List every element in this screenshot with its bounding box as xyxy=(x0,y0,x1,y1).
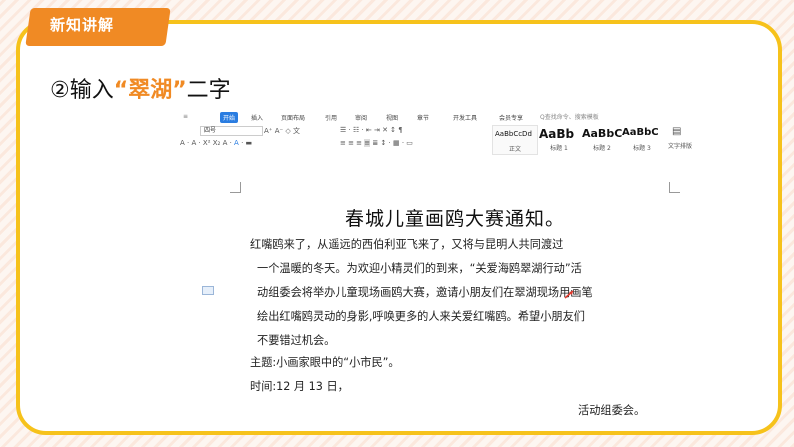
font-format-icons[interactable]: A · A · X² X₂ A · A · ▬ xyxy=(180,139,252,147)
paragraph-handle-icon[interactable] xyxy=(202,286,214,295)
text-layout-icon[interactable]: ▤ xyxy=(672,126,681,137)
align-icons[interactable]: ≡ ≡ ≡ ≡ ≣ ↕ · ▦ · ▭ xyxy=(340,139,413,147)
document-page[interactable]: 春城儿童画鸥大赛通知。 红嘴鸥来了，从遥远的西伯利亚飞来了，又将与昆明人共同渡过… xyxy=(230,182,680,422)
time-line[interactable]: 时间:12 月 13 日， xyxy=(250,378,690,394)
page-corner-mark xyxy=(230,182,241,193)
grow-font-icon[interactable]: A⁺ A⁻ ◇ 文 xyxy=(264,126,300,136)
page-corner-mark xyxy=(669,182,680,193)
tab-insert[interactable]: 插入 xyxy=(248,112,266,123)
section-badge-label: 新知讲解 xyxy=(50,16,115,34)
style-heading-1[interactable]: AaBb 标题 1 xyxy=(537,125,581,153)
theme-line[interactable]: 主题:小画家眼中的“小市民”。 xyxy=(250,354,690,370)
body-line[interactable]: 红嘴鸥来了，从遥远的西伯利亚飞来了，又将与昆明人共同渡过 xyxy=(250,236,690,252)
step-highlight: “翠湖” xyxy=(113,78,187,103)
step-prefix: ②输入 xyxy=(50,78,114,103)
menu-icon[interactable]: ≡ xyxy=(180,112,191,121)
tab-page-layout[interactable]: 页面布局 xyxy=(278,112,308,123)
pointer-arrow-icon xyxy=(564,290,574,299)
style-heading-2[interactable]: AaBbC 标题 2 xyxy=(580,125,624,153)
body-line[interactable]: 动组委会将举办儿童现场画鸥大赛，邀请小朋友们在翠湖现场用画笔 xyxy=(257,284,697,300)
tab-view[interactable]: 视图 xyxy=(383,112,401,123)
ribbon-toolbar: ≡ 开始 插入 页面布局 引用 审阅 视图 章节 开发工具 会员专享 Q查找命令… xyxy=(180,110,715,155)
text-layout-label[interactable]: 文字排版 xyxy=(668,141,692,150)
body-line[interactable]: 不要错过机会。 xyxy=(257,332,697,348)
command-search[interactable]: Q查找命令、搜索模板 xyxy=(540,112,599,121)
tab-references[interactable]: 引用 xyxy=(322,112,340,123)
style-heading-3[interactable]: AaBbC 标题 3 xyxy=(620,125,664,153)
body-line[interactable]: 一个温暖的冬天。为欢迎小精灵们的到来，“关爱海鸥翠湖行动”活 xyxy=(257,260,697,276)
tab-home[interactable]: 开始 xyxy=(220,112,239,123)
step-suffix: 二字 xyxy=(186,78,231,103)
signature-line[interactable]: 活动组委会。 xyxy=(578,402,794,418)
step-heading: ②输入“翠湖”二字 xyxy=(50,72,231,104)
document-title[interactable]: 春城儿童画鸥大赛通知。 xyxy=(230,204,680,231)
font-size-select[interactable]: 四号 xyxy=(200,126,263,136)
ribbon-tools: 四号 A⁺ A⁻ ◇ 文 A · A · X² X₂ A · A · ▬ ☰ ·… xyxy=(180,125,715,155)
tab-review[interactable]: 审阅 xyxy=(352,112,370,123)
style-normal[interactable]: AaBbCcDd 正文 xyxy=(492,125,538,155)
ribbon-tabs: ≡ 开始 插入 页面布局 引用 审阅 视图 章节 开发工具 会员专享 Q查找命令… xyxy=(180,110,715,124)
tab-chapter[interactable]: 章节 xyxy=(414,112,432,123)
body-line[interactable]: 绘出红嘴鸥灵动的身影,呼唤更多的人来关爱红嘴鸥。希望小朋友们 xyxy=(257,308,697,324)
tab-member[interactable]: 会员专享 xyxy=(496,112,526,123)
list-icons[interactable]: ☰ · ☷ · ⇤ ⇥ ✕ ↕ ¶ xyxy=(340,126,403,134)
tab-developer[interactable]: 开发工具 xyxy=(450,112,480,123)
